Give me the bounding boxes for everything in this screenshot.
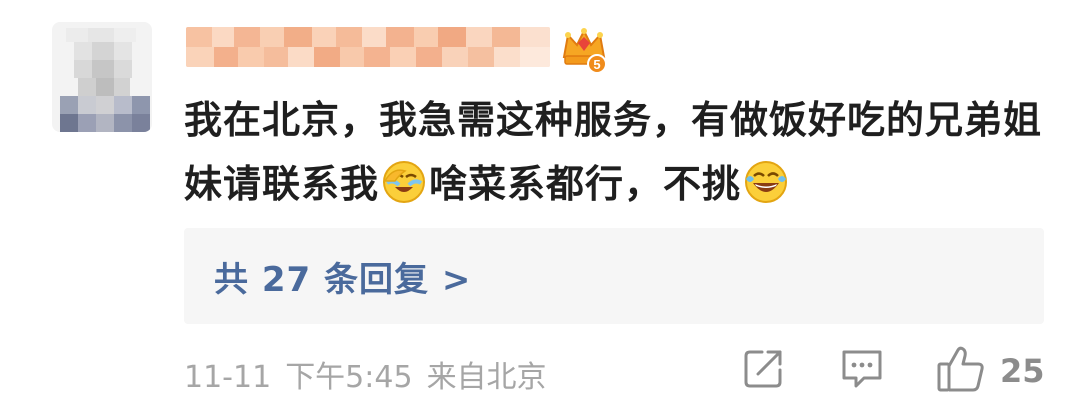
comment-time: 下午5:45 xyxy=(285,360,413,395)
laughing-tears-emoji-icon xyxy=(743,159,789,205)
avatar[interactable] xyxy=(52,22,152,132)
comment-body: 我在北京，我急需这种服务，有做饭好吃的兄弟姐妹请联系我 啥菜系都行，不挑 xyxy=(184,88,1044,216)
like-count: 25 xyxy=(1000,352,1045,390)
thumbs-up-icon[interactable] xyxy=(936,344,986,394)
comment-card: 5 我在北京，我急需这种服务，有做饭好吃的兄弟姐妹请联系我 啥菜系都行，不挑 共… xyxy=(0,0,1080,415)
view-replies-link[interactable]: 共 27 条回复 > xyxy=(214,252,471,301)
comment-meta: 11-11 下午5:45 来自北京 xyxy=(184,352,561,396)
username[interactable] xyxy=(186,27,550,67)
comment-text-part2: 啥菜系都行，不挑 xyxy=(429,162,742,206)
comment-date: 11-11 xyxy=(184,360,272,395)
comment-icon[interactable] xyxy=(840,346,884,390)
crown-level-badge-icon: 5 xyxy=(560,27,608,74)
badge-level-text: 5 xyxy=(593,57,600,72)
facepalm-laugh-emoji-icon xyxy=(381,159,427,205)
reply-preview-box[interactable]: 共 27 条回复 > xyxy=(184,228,1044,324)
share-icon[interactable] xyxy=(742,346,786,390)
comment-source: 来自北京 xyxy=(426,360,547,395)
